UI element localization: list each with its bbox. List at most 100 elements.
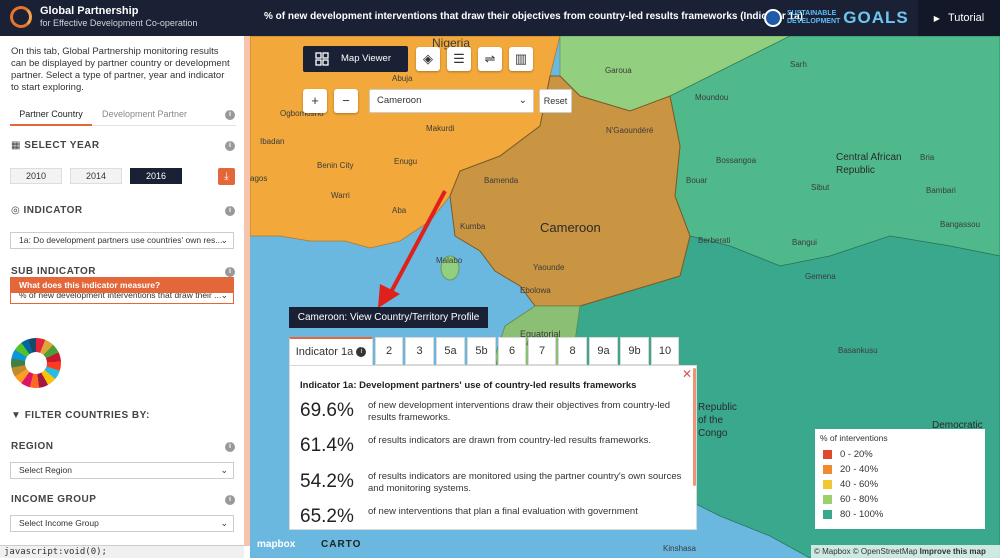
tutorial-button[interactable]: ▶ Tutorial: [918, 0, 1000, 36]
sliders-icon[interactable]: ☰: [447, 47, 471, 71]
indicator-heading: ◎ INDICATOR: [11, 205, 83, 216]
place-ngaoundere: N'Gaoundéré: [606, 126, 654, 135]
sidebar: On this tab, Global Partnership monitori…: [0, 36, 248, 558]
place-warri: Warri: [331, 191, 350, 200]
place-benin-city: Benin City: [317, 161, 354, 170]
legend-item: 0 - 20%: [820, 447, 980, 462]
legend-swatch: [823, 510, 832, 519]
year-2010-button[interactable]: 2010: [10, 168, 62, 184]
place-central-african-republic: Central African Republic: [836, 152, 902, 176]
brand[interactable]: Global Partnership for Effective Develop…: [10, 5, 197, 29]
grid-icon: [315, 52, 329, 66]
info-icon[interactable]: i: [225, 495, 235, 505]
carto-logo[interactable]: CARTO: [321, 539, 361, 550]
indicator-heading-text: Indicator 1a: Development partners' use …: [300, 380, 637, 391]
layers-icon[interactable]: ◈: [416, 47, 440, 71]
info-icon[interactable]: i: [225, 442, 235, 452]
stat-text: of new development interventions draw th…: [368, 400, 671, 423]
income-group-heading: INCOME GROUP: [11, 494, 97, 505]
select-year-heading: ▦ SELECT YEAR: [11, 140, 100, 151]
place-gemena: Gemena: [805, 272, 836, 281]
stat-value: 65.2%: [300, 506, 354, 527]
tab-indicator-7[interactable]: 7: [528, 337, 556, 365]
legend-item: 60 - 80%: [820, 492, 980, 507]
gpedc-logo-icon: [10, 6, 32, 28]
chevron-down-icon: ⌄: [220, 518, 228, 528]
bar-chart-icon[interactable]: ▥: [509, 47, 533, 71]
tab-indicator-1a[interactable]: Indicator 1a i: [289, 337, 373, 366]
place-cameroon: Cameroon: [540, 220, 601, 235]
place-bangui: Bangui: [792, 238, 817, 247]
tutorial-label: Tutorial: [947, 12, 985, 24]
legend-item: 20 - 40%: [820, 462, 980, 477]
country-select[interactable]: Cameroon ⌄: [369, 89, 534, 113]
legend-item: 40 - 60%: [820, 477, 980, 492]
tab-indicator-3[interactable]: 3: [405, 337, 434, 365]
map-attribution: © Mapbox © OpenStreetMap Improve this ma…: [811, 545, 1000, 558]
tab-indicator-9a[interactable]: 9a: [589, 337, 618, 365]
attribution-text: © Mapbox © OpenStreetMap: [814, 547, 918, 556]
stat-text: of results indicators are drawn from cou…: [368, 435, 651, 446]
income-group-select[interactable]: Select Income Group ⌄: [10, 515, 234, 532]
place-lagos: agos: [250, 174, 268, 183]
chevron-down-icon: ⌄: [220, 465, 228, 475]
calendar-icon: ▦: [11, 140, 25, 151]
tab-development-partner[interactable]: Development Partner: [102, 109, 187, 119]
stat-value: 54.2%: [300, 471, 354, 492]
place-moundou: Moundou: [695, 93, 729, 102]
tab-partner-country[interactable]: Partner Country: [10, 109, 92, 126]
partner-tabs: Partner Country Development Partner i: [10, 104, 236, 126]
indicator-measure-button[interactable]: What does this indicator measure?: [10, 277, 234, 293]
tab-indicator-10[interactable]: 10: [651, 337, 679, 365]
place-bouar: Bouar: [686, 176, 708, 185]
tab-indicator-5a[interactable]: 5a: [436, 337, 465, 365]
brand-title: Global Partnership: [40, 5, 139, 17]
tab-indicator-9b[interactable]: 9b: [620, 337, 649, 365]
sdg-logo[interactable]: SUSTAINABLE DEVELOPMENT GOALS: [764, 8, 909, 28]
tab-indicator-5b[interactable]: 5b: [467, 337, 496, 365]
info-icon[interactable]: i: [225, 141, 235, 151]
indicator-select[interactable]: 1a: Do development partners use countrie…: [10, 232, 234, 249]
stat-value: 61.4%: [300, 435, 354, 456]
region-heading: REGION: [11, 441, 54, 452]
reset-button[interactable]: Reset: [539, 89, 572, 113]
country-profile-link[interactable]: Cameroon: View Country/Territory Profile: [289, 307, 488, 328]
play-icon: ▶: [933, 13, 940, 23]
legend-item: 80 - 100%: [820, 507, 980, 522]
zoom-in-button[interactable]: +: [303, 89, 327, 113]
download-icon[interactable]: ⤓: [218, 168, 235, 185]
intro-text: On this tab, Global Partnership monitori…: [11, 46, 230, 93]
tab-indicator-2[interactable]: 2: [375, 337, 403, 365]
indicator-panel: ✕ Indicator 1a: Development partners' us…: [289, 365, 697, 530]
year-2016-button[interactable]: 2016: [130, 168, 182, 184]
place-sibut: Sibut: [811, 183, 830, 192]
top-header: Global Partnership for Effective Develop…: [0, 0, 1000, 36]
sdg-line1: SUSTAINABLE: [787, 10, 837, 17]
place-garoua: Garoua: [605, 66, 632, 75]
place-bambari: Bambari: [926, 186, 956, 195]
region-select[interactable]: Select Region ⌄: [10, 462, 234, 479]
place-bamenda: Bamenda: [484, 176, 519, 185]
info-icon[interactable]: i: [225, 206, 235, 216]
improve-map-link[interactable]: Improve this map: [920, 547, 986, 556]
tab-indicator-8[interactable]: 8: [558, 337, 587, 365]
panel-scrollbar[interactable]: [693, 368, 696, 486]
annotation-arrow-head: [378, 284, 400, 308]
zoom-out-button[interactable]: −: [334, 89, 358, 113]
place-kumba: Kumba: [460, 222, 486, 231]
info-icon[interactable]: i: [225, 267, 235, 277]
filter-heading: ▼ FILTER COUNTRIES BY:: [11, 410, 150, 421]
year-2014-button[interactable]: 2014: [70, 168, 122, 184]
map-viewer-label: Map Viewer: [341, 53, 391, 64]
sdg-goals: GOALS: [843, 8, 909, 27]
place-sarh: Sarh: [790, 60, 807, 69]
info-icon[interactable]: i: [225, 110, 235, 120]
sub-indicator-heading: SUB INDICATOR: [11, 266, 97, 277]
place-malabo: Malabo: [436, 256, 463, 265]
map-viewer-button[interactable]: Map Viewer: [303, 46, 408, 72]
share-icon[interactable]: ⇌: [478, 47, 502, 71]
tab-indicator-6[interactable]: 6: [498, 337, 526, 365]
mapbox-logo[interactable]: mapbox: [257, 539, 295, 550]
close-icon[interactable]: ✕: [682, 367, 692, 381]
stat-value: 69.6%: [300, 400, 354, 421]
